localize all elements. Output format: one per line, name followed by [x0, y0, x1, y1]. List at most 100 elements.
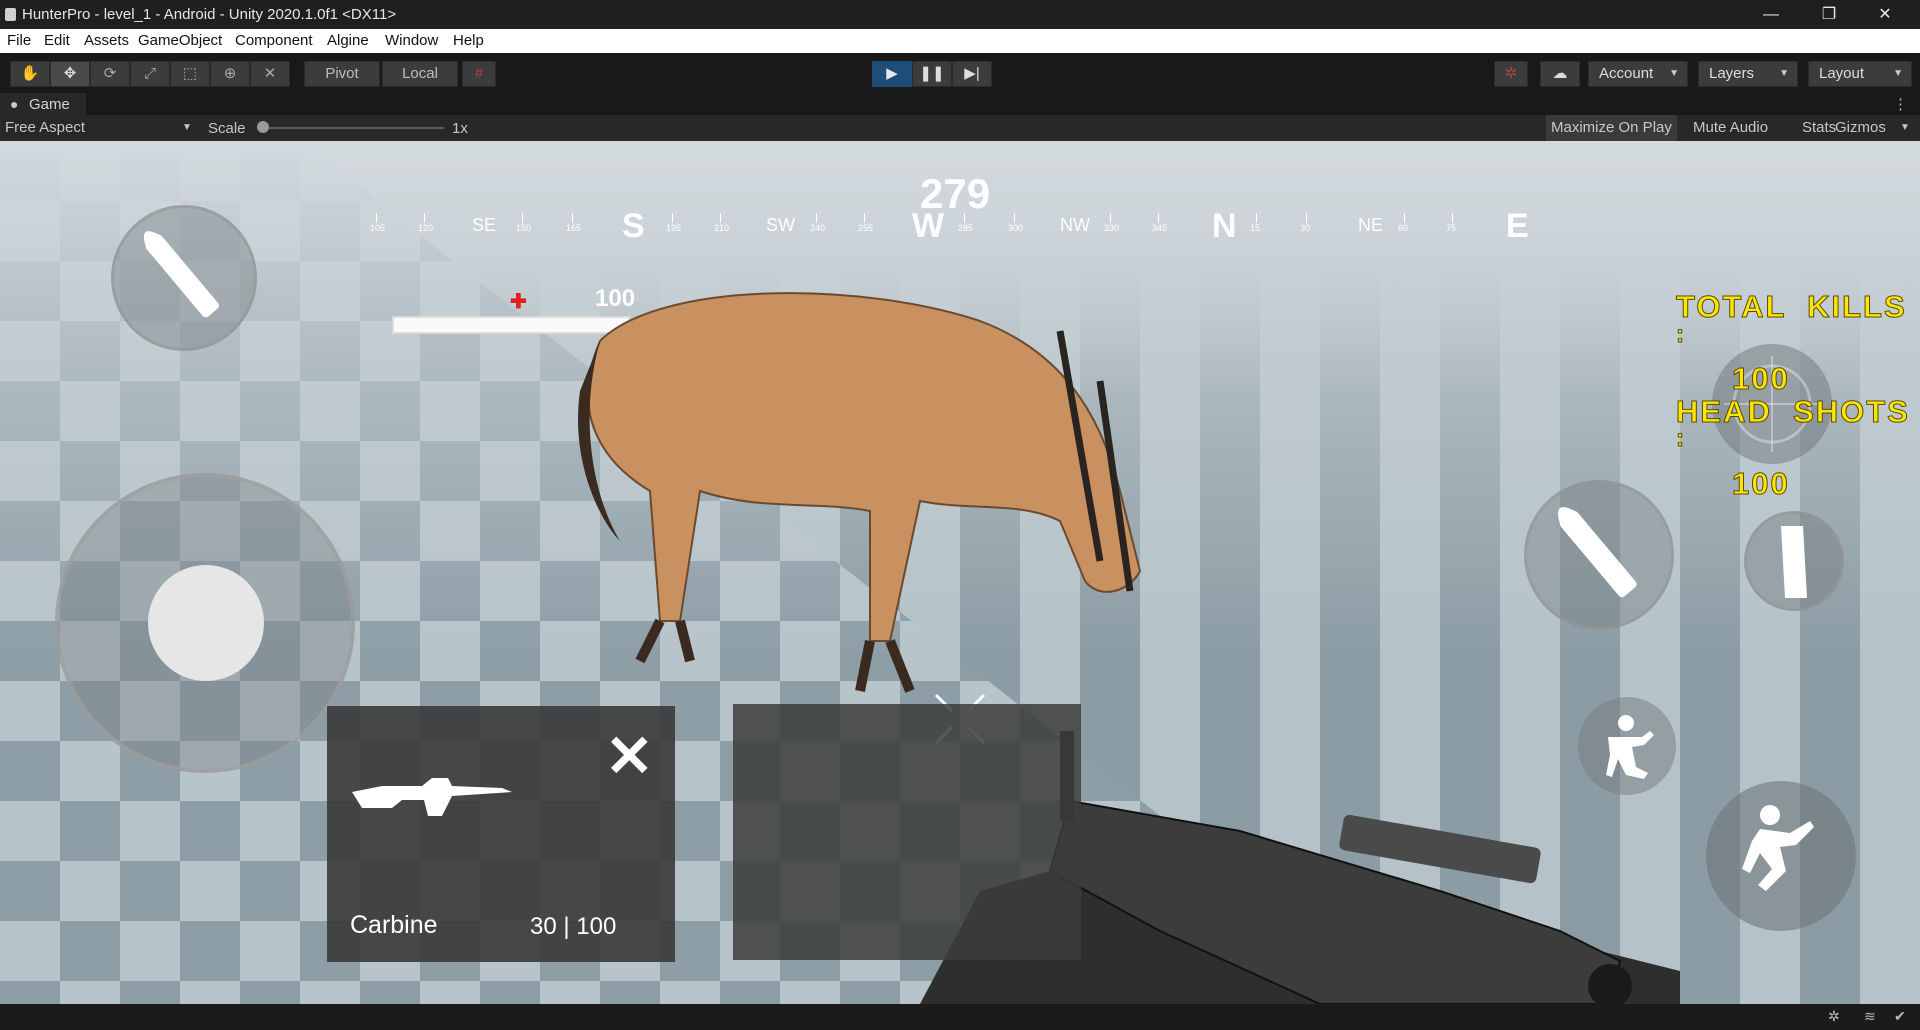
layers-stack-icon[interactable]: ≋	[1864, 1008, 1876, 1025]
compass-tick-line	[1256, 213, 1257, 223]
compass-sw: SW	[766, 215, 795, 235]
menu-edit[interactable]: Edit	[44, 32, 70, 49]
menu-window[interactable]: Window	[385, 32, 438, 49]
tools-icon: ✕	[263, 65, 277, 82]
collab-icon: ✲	[1504, 65, 1518, 82]
debug-icon[interactable]: ✲	[1828, 1008, 1840, 1025]
account-label: Account	[1599, 65, 1654, 82]
close-weapon-icon[interactable]: ✕	[605, 728, 654, 786]
menu-component[interactable]: Component	[235, 32, 313, 49]
compass-tick-label: 165	[566, 223, 582, 233]
menu-bar: File Edit Assets GameObject Component Al…	[0, 29, 1920, 53]
compass-tick: 345	[1152, 213, 1167, 233]
chevron-down-icon[interactable]: ▼	[1900, 122, 1910, 133]
transform-tool-button[interactable]: ⊕	[210, 61, 250, 87]
compass-tick-label: 75	[1446, 223, 1457, 233]
layers-dropdown[interactable]: Layers ▼	[1698, 61, 1798, 87]
compass-tick: 120	[418, 213, 433, 233]
scale-label: Scale	[208, 120, 246, 137]
cloud-button[interactable]: ☁	[1540, 61, 1580, 87]
compass-w: W	[912, 207, 945, 245]
compass-tick: 300	[1008, 213, 1023, 233]
cloud-icon: ☁	[1552, 65, 1568, 82]
maximize-on-play-toggle[interactable]: Maximize On Play	[1546, 115, 1677, 141]
compass-tick-label: 195	[666, 223, 682, 233]
bullet-icon	[143, 231, 219, 318]
status-check-icon[interactable]: ✔	[1894, 1008, 1906, 1025]
grid-snap-button[interactable]: #	[462, 61, 496, 87]
jump-button[interactable]	[1706, 781, 1856, 931]
compass-tick-label: 60	[1398, 223, 1409, 233]
main-toolbar: ✋ ✥ ⟳ ⤢ ⬚ ⊕ ✕ Pivot Local # ▶ ❚❚ ▶| ✲ ☁ …	[0, 53, 1920, 93]
grid-icon: #	[474, 65, 484, 82]
chevron-down-icon: ▼	[1669, 68, 1679, 79]
close-button[interactable]: ✕	[1862, 0, 1908, 29]
compass-e: E	[1506, 207, 1529, 245]
move-icon: ✥	[63, 65, 77, 82]
aspect-label: Free Aspect	[5, 119, 86, 136]
menu-gameobject[interactable]: GameObject	[138, 32, 222, 49]
menu-assets[interactable]: Assets	[84, 32, 129, 49]
right-fire-button[interactable]	[1524, 480, 1674, 630]
menu-file[interactable]: File	[7, 32, 31, 49]
magazine-icon	[1781, 526, 1807, 598]
reload-button[interactable]	[1744, 511, 1844, 611]
movement-joystick[interactable]	[55, 473, 355, 773]
gizmos-toggle[interactable]: Gizmos	[1830, 115, 1891, 141]
scale-slider-track[interactable]	[258, 127, 444, 129]
collab-button[interactable]: ✲	[1494, 61, 1528, 87]
mute-audio-toggle[interactable]: Mute Audio	[1688, 115, 1773, 141]
rotate-tool-button[interactable]: ⟳	[90, 61, 130, 87]
window-title: HunterPro - level_1 - Android - Unity 20…	[22, 6, 397, 23]
crouching-soldier-icon	[1606, 715, 1654, 779]
tab-game[interactable]: ● Game	[0, 93, 86, 115]
account-dropdown[interactable]: Account ▼	[1588, 61, 1688, 87]
rect-tool-button[interactable]: ⬚	[170, 61, 210, 87]
compass-tick: 15	[1250, 213, 1260, 233]
pivot-toggle[interactable]: Pivot	[304, 61, 380, 87]
compass-tick-label: 255	[858, 223, 874, 233]
menu-help[interactable]: Help	[453, 32, 484, 49]
total-kills-value: 100	[1732, 361, 1790, 397]
jumping-man-icon	[1742, 805, 1814, 891]
game-viewport[interactable]: 279 SE S SW W NW N NE E 105 120 150 165 195 2…	[0, 141, 1920, 1004]
custom-tool-button[interactable]: ✕	[250, 61, 290, 87]
crouch-button[interactable]	[1578, 697, 1676, 795]
compass-tick: 60	[1398, 213, 1408, 233]
compass-ne: NE	[1358, 215, 1384, 235]
tab-menu-icon[interactable]: ⋮	[1893, 95, 1908, 113]
head-shots-colon: :	[1676, 425, 1686, 453]
joystick-knob[interactable]	[148, 565, 264, 681]
left-fire-button[interactable]	[111, 205, 257, 351]
scale-tool-button[interactable]: ⤢	[130, 61, 170, 87]
hand-tool-button[interactable]: ✋	[10, 61, 50, 87]
local-toggle[interactable]: Local	[382, 61, 458, 87]
aspect-dropdown[interactable]: Free Aspect ▼	[0, 115, 196, 141]
game-view-controlbar: Free Aspect ▼ Scale 1x Maximize On Play …	[0, 115, 1920, 141]
restore-button[interactable]: ❐	[1806, 0, 1852, 29]
rotate-icon: ⟳	[103, 65, 117, 82]
secondary-weapon-panel[interactable]	[733, 704, 1081, 960]
total-kills-colon: :	[1676, 321, 1686, 349]
compass-tick-line	[964, 213, 965, 223]
scale-slider-thumb[interactable]	[257, 121, 269, 133]
scale-value: 1x	[452, 120, 468, 137]
pause-button[interactable]: ❚❚	[912, 61, 952, 87]
minimize-button[interactable]: —	[1748, 0, 1794, 29]
step-button[interactable]: ▶|	[952, 61, 992, 87]
pause-icon: ❚❚	[919, 65, 945, 82]
play-button[interactable]: ▶	[872, 61, 912, 87]
move-tool-button[interactable]: ✥	[50, 61, 90, 87]
unity-app-icon	[5, 8, 16, 21]
compass-tick-label: 30	[1300, 223, 1311, 233]
scale-icon: ⤢	[143, 65, 156, 82]
layout-dropdown[interactable]: Layout ▼	[1808, 61, 1912, 87]
health-cross-icon: ✚	[510, 291, 527, 313]
chevron-down-icon: ▼	[182, 122, 192, 133]
compass-tick-line	[864, 213, 865, 223]
menu-algine[interactable]: Algine	[327, 32, 369, 49]
compass-tick-label: 345	[1152, 223, 1168, 233]
rect-icon: ⬚	[182, 65, 198, 82]
compass-tick: 30	[1300, 213, 1310, 233]
compass-tick-line	[572, 213, 573, 223]
